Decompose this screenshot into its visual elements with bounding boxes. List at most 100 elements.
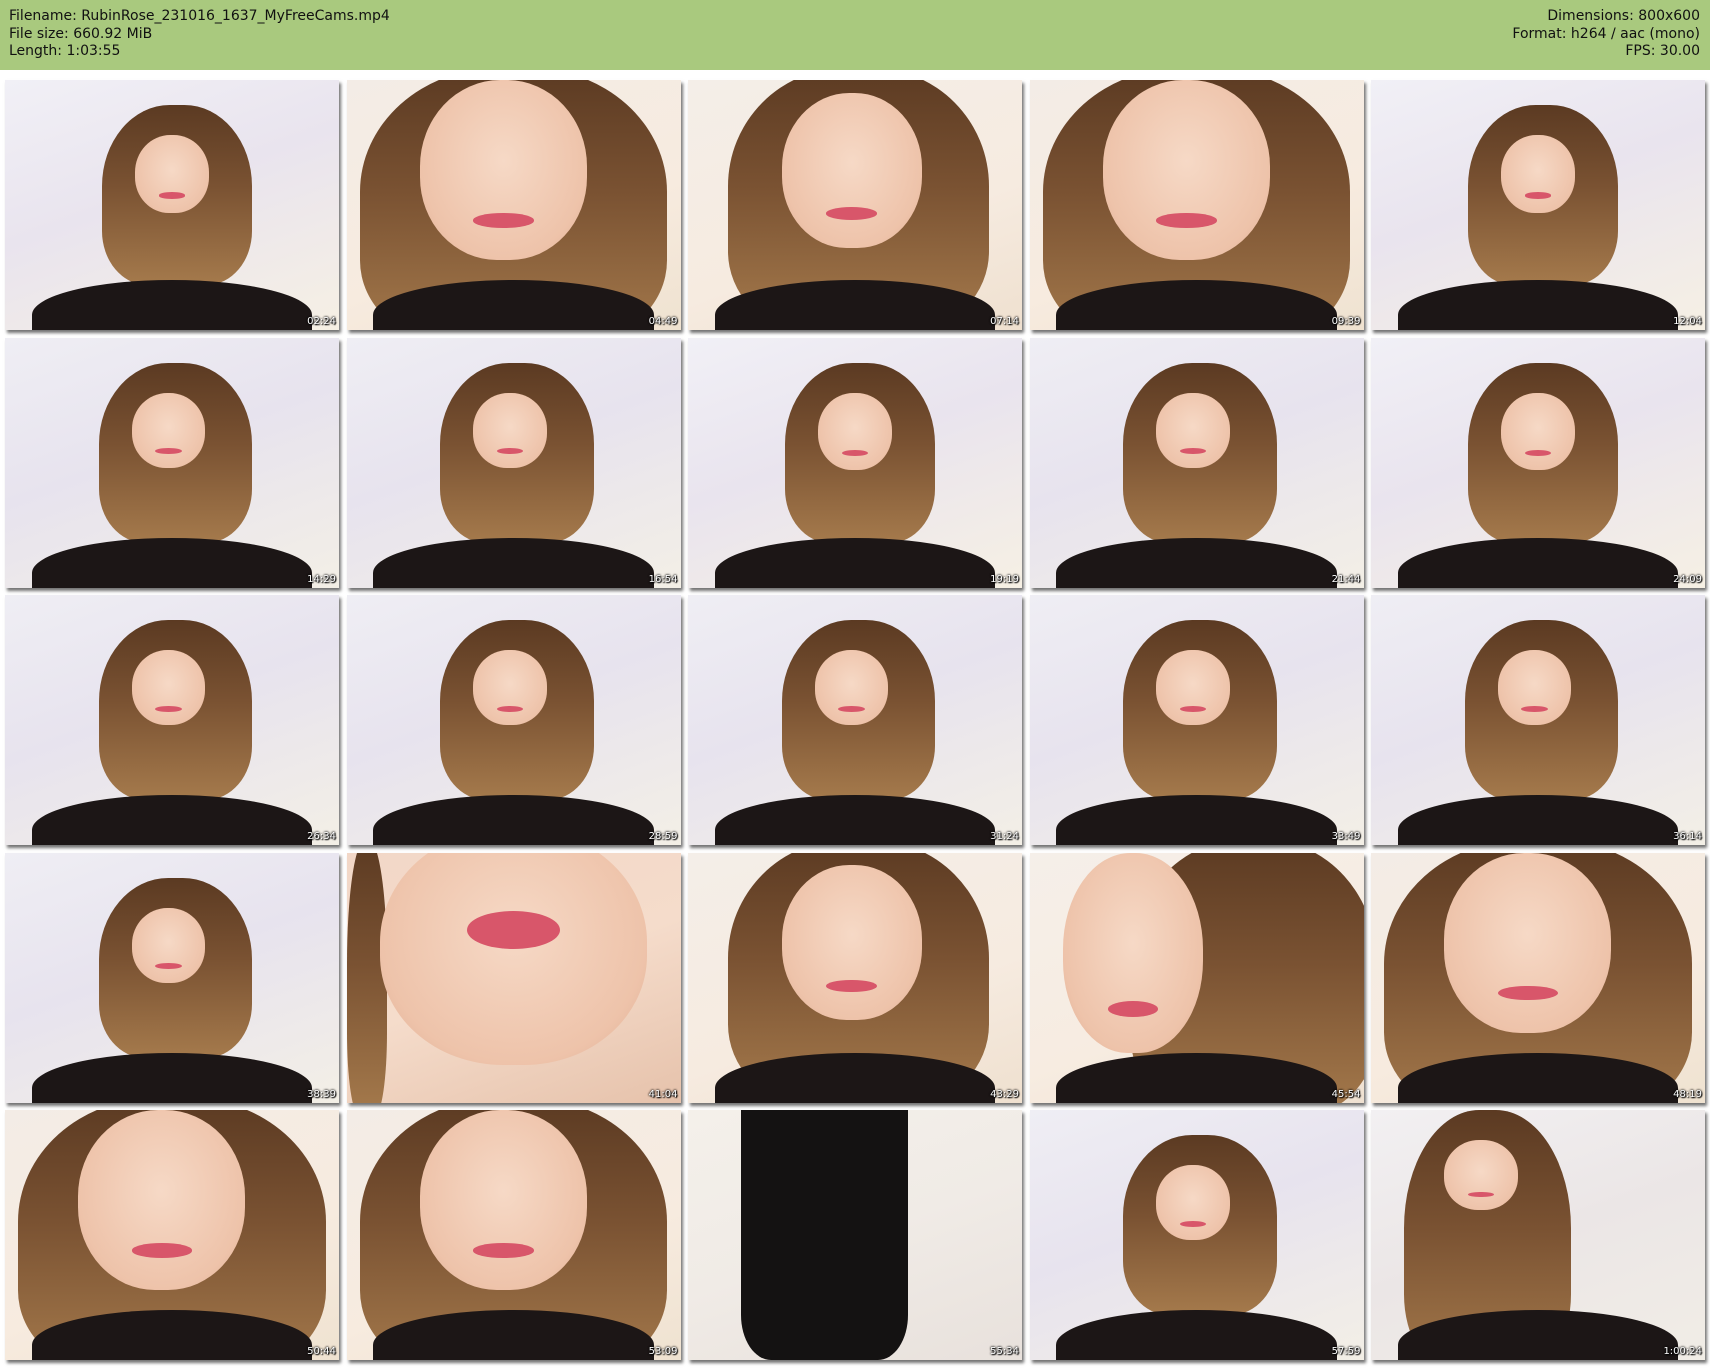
frame-lips-shape <box>838 705 865 712</box>
thumbnail-timestamp: 09:39 <box>1331 316 1361 327</box>
format-text: Format: h264 / aac (mono) <box>1512 25 1700 42</box>
frame-face-shape <box>814 650 889 725</box>
frame-lips-shape <box>1107 1000 1159 1017</box>
video-thumbnail[interactable]: 02:24 <box>5 80 339 330</box>
frame-hair-shape <box>346 852 387 1103</box>
frame-face-shape <box>1501 392 1575 470</box>
frame-lips-shape <box>155 448 182 454</box>
thumbnail-timestamp: 38:39 <box>307 1088 336 1100</box>
frame-face-shape <box>1156 392 1230 468</box>
frame-face-shape <box>1444 1140 1518 1210</box>
frame-lips-shape <box>1521 705 1548 712</box>
frame-face-shape <box>781 92 922 248</box>
frame-face-shape <box>1156 1165 1230 1240</box>
frame-lips-shape <box>473 213 534 228</box>
thumbnail-grid: 02:24 04:49 07:14 09:39 12:04 14:29 16:54 19:19… <box>5 80 1705 1363</box>
video-thumbnail[interactable]: 26:34 <box>5 595 339 845</box>
video-thumbnail[interactable]: 21:44 <box>1029 337 1364 588</box>
frame-lips-shape <box>496 705 524 712</box>
video-thumbnail[interactable]: 19:19 <box>688 337 1022 588</box>
video-thumbnail[interactable]: 1:00:24 <box>1371 1110 1705 1360</box>
thumbnail-timestamp: 1:00:24 <box>1663 1346 1702 1357</box>
video-thumbnail[interactable]: 33:49 <box>1029 595 1364 845</box>
thumbnail-timestamp: 50:44 <box>307 1346 336 1357</box>
video-thumbnail[interactable]: 09:39 <box>1029 80 1364 330</box>
thumbnail-timestamp: 43:29 <box>990 1088 1019 1100</box>
frame-face-shape <box>781 865 922 1020</box>
length-text: Length: 1:03:55 <box>9 43 121 59</box>
video-thumbnail[interactable]: 07:14 <box>688 80 1022 330</box>
frame-face-shape <box>1156 650 1230 725</box>
frame-face-shape <box>1497 650 1572 725</box>
thumbnail-timestamp: 48:19 <box>1673 1088 1702 1100</box>
frame-lips-shape <box>1156 213 1217 228</box>
thumbnail-timestamp: 04:49 <box>648 316 678 327</box>
video-thumbnail[interactable]: 53:09 <box>346 1110 681 1360</box>
thumbnail-timestamp: 14:29 <box>307 573 336 585</box>
frame-face-shape <box>131 650 206 725</box>
frame-lips-shape <box>473 1243 534 1258</box>
frame-lips-shape <box>826 207 877 220</box>
video-thumbnail[interactable]: 31:24 <box>688 595 1022 845</box>
frame-lips-shape <box>155 963 182 969</box>
frame-lips-shape <box>826 979 877 993</box>
video-thumbnail[interactable]: 24:09 <box>1371 337 1705 588</box>
thumbnail-timestamp: 19:19 <box>990 573 1019 585</box>
video-thumbnail[interactable]: 48:19 <box>1371 852 1705 1103</box>
video-thumbnail[interactable]: 38:39 <box>5 852 339 1103</box>
thumbnail-timestamp: 07:14 <box>990 316 1019 327</box>
frame-face-shape <box>1102 80 1270 260</box>
fps-text: FPS: 30.00 <box>1625 43 1700 59</box>
video-thumbnail[interactable]: 12:04 <box>1371 80 1705 330</box>
video-info: Dimensions: 800x600 Format: h264 / aac (… <box>1512 8 1700 61</box>
dimensions-text: Dimensions: 800x600 <box>1547 8 1700 24</box>
filename-text: Filename: RubinRose_231016_1637_MyFreeCa… <box>9 8 390 24</box>
frame-face-shape <box>419 80 587 260</box>
frame-face-shape <box>78 1110 246 1290</box>
frame-lips-shape <box>1524 192 1552 199</box>
file-info: Filename: RubinRose_231016_1637_MyFreeCa… <box>9 8 390 61</box>
video-thumbnail[interactable]: 28:59 <box>346 595 681 845</box>
thumbnail-timestamp: 16:54 <box>648 573 678 585</box>
info-header: Filename: RubinRose_231016_1637_MyFreeCa… <box>0 0 1710 70</box>
thumbnail-timestamp: 41:04 <box>648 1088 678 1100</box>
video-thumbnail[interactable]: 43:29 <box>688 852 1022 1103</box>
thumbnail-timestamp: 36:14 <box>1673 831 1702 842</box>
video-thumbnail[interactable]: 14:29 <box>5 337 339 588</box>
video-thumbnail[interactable]: 45:54 <box>1029 852 1364 1103</box>
thumbnail-timestamp: 55:34 <box>990 1346 1019 1357</box>
video-thumbnail[interactable]: 04:49 <box>346 80 681 330</box>
frame-face-shape <box>818 392 892 470</box>
video-thumbnail[interactable]: 41:04 <box>346 852 681 1103</box>
video-thumbnail[interactable]: 36:14 <box>1371 595 1705 845</box>
thumbnail-timestamp: 24:09 <box>1673 573 1702 585</box>
thumbnail-timestamp: 26:34 <box>307 831 336 842</box>
video-thumbnail[interactable]: 50:44 <box>5 1110 339 1360</box>
frame-face-shape <box>1062 852 1204 1053</box>
frame-face-shape <box>135 135 209 213</box>
frame-lips-shape <box>1179 1220 1207 1227</box>
video-thumbnail[interactable]: 55:34 <box>688 1110 1022 1360</box>
frame-legs-shape <box>741 1110 909 1360</box>
frame-lips-shape <box>1524 449 1552 457</box>
frame-lips-shape <box>158 192 186 199</box>
frame-lips-shape <box>841 449 869 457</box>
frame-face-shape <box>473 650 547 725</box>
frame-lips-shape <box>1179 705 1207 712</box>
frame-face-shape <box>1501 135 1575 213</box>
thumbnail-timestamp: 12:04 <box>1673 316 1702 327</box>
frame-face-shape <box>131 392 206 468</box>
thumbnail-timestamp: 31:24 <box>990 831 1019 842</box>
frame-lips-shape <box>131 1243 193 1258</box>
frame-face-shape <box>473 392 547 468</box>
thumbnail-timestamp: 28:59 <box>648 831 678 842</box>
video-thumbnail[interactable]: 57:59 <box>1029 1110 1364 1360</box>
thumbnail-timestamp: 02:24 <box>307 316 336 327</box>
video-thumbnail[interactable]: 16:54 <box>346 337 681 588</box>
thumbnail-timestamp: 33:49 <box>1331 831 1361 842</box>
frame-face-shape <box>131 907 206 983</box>
thumbnail-timestamp: 57:59 <box>1331 1346 1361 1357</box>
frame-face-shape <box>379 852 648 1065</box>
frame-face-shape <box>419 1110 587 1290</box>
frame-lips-shape <box>466 910 561 949</box>
